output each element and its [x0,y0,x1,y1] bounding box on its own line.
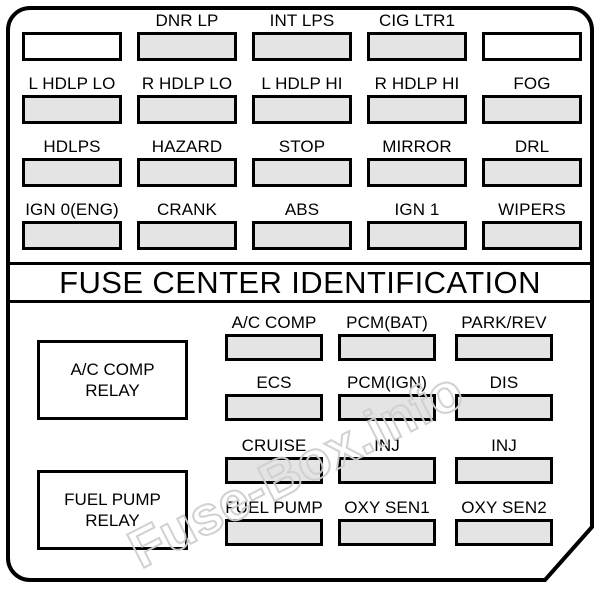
fuse-slot[interactable] [482,158,582,187]
fuse-slot[interactable] [338,394,436,421]
relay-label-line2: RELAY [85,381,140,400]
fuse-slot[interactable] [137,221,237,250]
fuse-slot[interactable] [482,32,582,61]
fuse-slot[interactable] [455,394,553,421]
fuse-slot[interactable] [225,519,323,546]
fuse-slot[interactable] [252,158,352,187]
fuse-slot[interactable] [455,334,553,361]
fuse-slot[interactable] [367,221,467,250]
fuse-slot[interactable] [225,334,323,361]
fuse-slot-label: IGN 1 [394,200,440,219]
fuse-slot-label: L HDLP LO [28,74,116,93]
fuse-slot-label: FUEL PUMP [225,498,323,517]
fuse-slot-label: PARK/REV [461,313,547,332]
fuse-slot-label: CRUISE [241,436,307,455]
relay-label-line1: FUEL PUMP [64,490,161,509]
fuse-slot-label: INJ [374,436,400,455]
fuse-slot[interactable] [367,158,467,187]
fuse-slot[interactable] [338,519,436,546]
fuse-slot-label: CIG LTR1 [378,11,456,30]
fuse-slot[interactable] [482,221,582,250]
fuse-slot[interactable] [137,95,237,124]
fuse-slot[interactable] [252,221,352,250]
fuse-slot-label: PCM(BAT) [346,313,428,332]
fuse-slot[interactable] [225,457,323,484]
fuse-slot-label: MIRROR [382,137,452,156]
fuse-box-diagram: DNR LP INT LPS CIG LTR1 L HDLP LO R HDLP LO L… [0,0,600,590]
fuse-slot[interactable] [367,95,467,124]
fuse-slot-label: INJ [491,436,517,455]
fuse-slot-label: R HDLP LO [141,74,233,93]
relay-label-line1: A/C COMP [70,360,155,379]
fuse-slot-label: DNR LP [155,11,219,30]
fuse-slot-label: OXY SEN2 [461,498,547,517]
fuse-slot-label: ECS [256,373,292,392]
fuse-slot-label: CRANK [156,200,217,219]
fuse-slot[interactable] [482,95,582,124]
page-title: FUSE CENTER IDENTIFICATION [59,265,541,300]
fuse-slot[interactable] [252,95,352,124]
fuse-slot[interactable] [338,457,436,484]
fuse-slot[interactable] [137,32,237,61]
fuse-slot[interactable] [22,158,122,187]
fuse-slot[interactable] [225,394,323,421]
fuse-slot-label: HAZARD [151,137,223,156]
fuse-slot[interactable] [252,32,352,61]
fuse-slot-label: L HDLP HI [261,74,343,93]
fuse-slot-label: ABS [284,200,320,219]
fuse-slot[interactable] [338,334,436,361]
fuse-slot[interactable] [455,519,553,546]
fuse-slot[interactable] [455,457,553,484]
fuse-slot-label: STOP [278,137,326,156]
fuse-slot-label: WIPERS [498,200,566,219]
relay-block[interactable]: FUEL PUMP RELAY [37,470,188,550]
fuse-slot-label: DIS [489,373,519,392]
fuse-slot[interactable] [137,158,237,187]
fuse-slot-label: OXY SEN1 [344,498,430,517]
fuse-slot-label: R HDLP HI [374,74,460,93]
fuse-slot[interactable] [22,221,122,250]
fuse-slot-label: DRL [514,137,550,156]
fuse-slot-label: HDLPS [43,137,101,156]
fuse-slot[interactable] [367,32,467,61]
fuse-center-identification-band: FUSE CENTER IDENTIFICATION [8,262,592,303]
fuse-slot-label: PCM(IGN) [346,373,428,392]
fuse-slot-label: FOG [513,74,551,93]
fuse-slot[interactable] [22,95,122,124]
fuse-slot[interactable] [22,32,122,61]
fuse-slot-label: A/C COMP [231,313,317,332]
fuse-slot-label: IGN 0(ENG) [25,200,119,219]
relay-block[interactable]: A/C COMP RELAY [37,340,188,420]
fuse-slot-label: INT LPS [269,11,335,30]
relay-label-line2: RELAY [85,511,140,530]
